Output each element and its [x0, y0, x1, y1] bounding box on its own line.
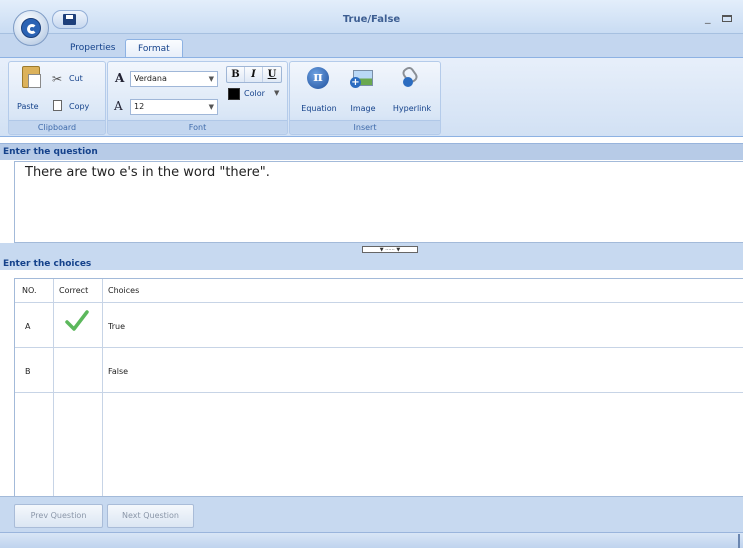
- row-divider: [15, 392, 743, 393]
- insert-group-label: Insert: [290, 120, 440, 133]
- clipboard-group: Paste ✂ Cut Copy Clipboard: [8, 61, 106, 135]
- pi-icon: π: [307, 67, 329, 89]
- chevron-down-icon: ▼: [208, 103, 214, 111]
- equation-button[interactable]: π Equation: [296, 66, 342, 118]
- status-bar: [0, 532, 743, 548]
- question-header-label: Enter the question: [3, 147, 98, 157]
- clipboard-paste-icon: [22, 66, 41, 88]
- font-size-icon: A: [114, 99, 123, 113]
- row-b-choice-text[interactable]: False: [108, 367, 128, 376]
- font-color-swatch[interactable]: [228, 88, 240, 100]
- scissors-icon: ✂: [52, 72, 63, 86]
- copy-label: Copy: [69, 102, 90, 111]
- splitter-grip[interactable]: ▼ ······ ▼: [362, 246, 418, 253]
- ribbon-tab-strip: Properties Format: [0, 34, 743, 58]
- title-bar: True/False _: [0, 0, 743, 34]
- cut-button[interactable]: ✂ Cut: [52, 71, 102, 87]
- tab-format[interactable]: Format: [125, 39, 183, 58]
- checkmark-icon[interactable]: [65, 309, 89, 333]
- column-header-choices: Choices: [108, 286, 140, 295]
- hyperlink-button[interactable]: Hyperlink: [386, 66, 438, 118]
- prev-question-button[interactable]: Prev Question: [14, 504, 103, 528]
- maximize-button[interactable]: [722, 15, 732, 22]
- column-header-no: NO.: [22, 286, 37, 295]
- link-icon: [402, 67, 420, 89]
- ribbon: Paste ✂ Cut Copy Clipboard A Verdana ▼ A…: [0, 57, 743, 137]
- chevron-down-icon[interactable]: ▼: [274, 89, 279, 97]
- font-size-select[interactable]: 12 ▼: [130, 99, 218, 115]
- copy-button[interactable]: Copy: [52, 99, 102, 115]
- column-divider: [102, 279, 103, 497]
- text-style-buttons: B I U: [226, 66, 282, 83]
- minimize-button[interactable]: _: [705, 12, 717, 23]
- equation-label: Equation: [301, 104, 337, 113]
- row-a-number: A: [25, 322, 31, 331]
- font-group-label: Font: [108, 120, 287, 133]
- font-group: A Verdana ▼ A 12 ▼ B I U Color ▼ Font: [107, 61, 288, 135]
- row-divider: [15, 347, 743, 348]
- font-family-value: Verdana: [134, 74, 167, 83]
- chevron-down-icon: ▼: [208, 75, 214, 83]
- bold-button[interactable]: B: [227, 67, 245, 82]
- section-splitter: ▼ ······ ▼ Enter the choices: [0, 243, 743, 270]
- paste-button[interactable]: Paste: [15, 66, 45, 116]
- hyperlink-label: Hyperlink: [392, 104, 432, 113]
- paste-label: Paste: [17, 102, 39, 111]
- row-a-choice-text[interactable]: True: [108, 322, 125, 331]
- image-icon: [350, 70, 373, 88]
- font-color-button[interactable]: Color: [244, 89, 265, 98]
- copy-icon: [53, 100, 62, 111]
- header-divider: [15, 302, 743, 303]
- image-button[interactable]: Image: [346, 66, 380, 118]
- column-header-correct: Correct: [59, 286, 89, 295]
- insert-group: π Equation Image Hyperlink Insert: [289, 61, 441, 135]
- font-icon: A: [115, 71, 125, 85]
- italic-button[interactable]: I: [245, 67, 263, 82]
- navigation-bar: Prev Question Next Question: [0, 496, 743, 532]
- resize-grip[interactable]: [738, 534, 740, 548]
- column-divider: [53, 279, 54, 497]
- row-b-number: B: [25, 367, 31, 376]
- window-title: True/False: [342, 14, 401, 25]
- application-menu-button[interactable]: [13, 10, 49, 46]
- image-label: Image: [350, 104, 376, 113]
- question-section-header: Enter the question: [0, 143, 743, 160]
- underline-button[interactable]: U: [263, 67, 281, 82]
- choices-table: NO. Correct Choices A True B False: [14, 278, 743, 497]
- app-logo-icon: [21, 18, 41, 38]
- font-family-select[interactable]: Verdana ▼: [130, 71, 218, 87]
- tab-properties[interactable]: Properties: [58, 39, 127, 58]
- question-text-editor[interactable]: There are two e's in the word "there".: [14, 161, 743, 243]
- next-question-button[interactable]: Next Question: [107, 504, 194, 528]
- clipboard-group-label: Clipboard: [9, 120, 105, 133]
- choices-header-label: Enter the choices: [3, 259, 92, 269]
- cut-label: Cut: [69, 74, 83, 83]
- font-size-value: 12: [134, 102, 145, 111]
